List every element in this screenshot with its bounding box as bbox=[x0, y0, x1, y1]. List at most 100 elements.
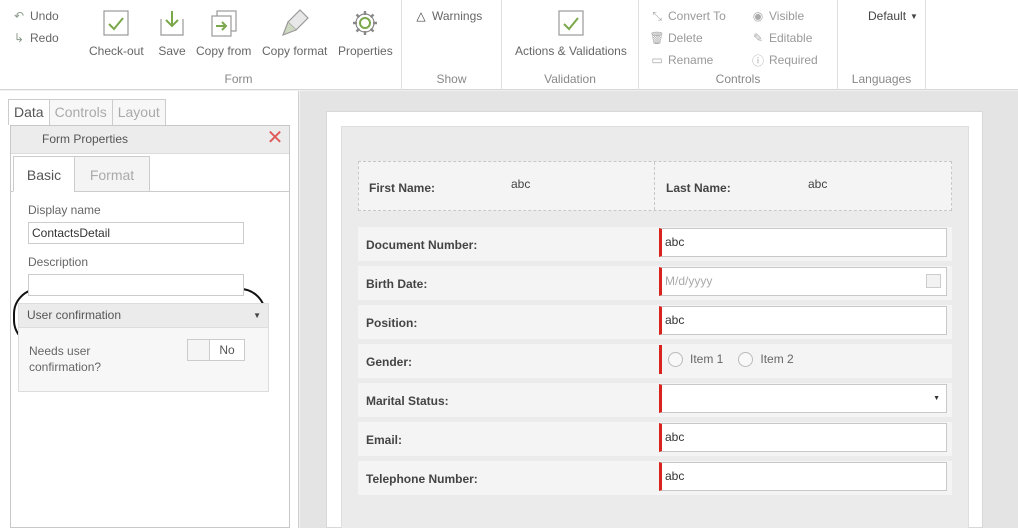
ribbon-group-validation-label: Validation bbox=[544, 72, 596, 86]
document-number-row: Document Number: abc bbox=[358, 227, 952, 261]
birth-date-input[interactable]: M/d/yyyy bbox=[659, 267, 947, 296]
position-row: Position: abc bbox=[358, 305, 952, 339]
form-design-canvas: First Name: abc Last Name: abc Document … bbox=[300, 91, 1018, 528]
language-selected: Default bbox=[868, 9, 907, 23]
delete-button[interactable]: 🗑 Delete bbox=[649, 31, 703, 45]
description-input[interactable] bbox=[28, 274, 244, 296]
user-confirmation-header[interactable]: User confirmation ▼ bbox=[19, 304, 268, 328]
visible-label: Visible bbox=[769, 9, 805, 23]
form-page: First Name: abc Last Name: abc Document … bbox=[326, 111, 983, 528]
gender-row: Gender: Item 1 Item 2 bbox=[358, 344, 952, 378]
birth-date-row: Birth Date: M/d/yyyy bbox=[358, 266, 952, 300]
rename-label: Rename bbox=[668, 53, 714, 67]
copy-format-button[interactable]: Copy format bbox=[262, 8, 327, 58]
rename-icon: ▭ bbox=[651, 53, 663, 67]
birth-date-placeholder: M/d/yyyy bbox=[665, 274, 713, 288]
actions-validations-button[interactable]: Actions & Validations bbox=[515, 8, 627, 58]
tab-format[interactable]: Format bbox=[74, 156, 150, 192]
ribbon-toolbar: ↶ Undo ↳ Redo Check-out Save Copy from C… bbox=[0, 0, 1018, 90]
left-panel: Data Controls Layout Form Properties ✕ B… bbox=[0, 91, 299, 528]
radio-circle-icon bbox=[668, 352, 683, 367]
trash-icon: 🗑 bbox=[649, 31, 665, 45]
marital-status-select[interactable]: ▼ bbox=[659, 384, 947, 413]
language-dropdown[interactable]: Default ▼ bbox=[868, 9, 918, 23]
tab-data[interactable]: Data bbox=[8, 99, 50, 125]
tab-layout[interactable]: Layout bbox=[111, 99, 166, 125]
checkbox-check-icon bbox=[556, 8, 586, 38]
caret-down-icon: ▼ bbox=[933, 395, 940, 402]
telephone-row: Telephone Number: abc bbox=[358, 461, 952, 495]
radio-circle-icon bbox=[738, 352, 754, 367]
birth-date-label: Birth Date: bbox=[366, 277, 428, 291]
paintbrush-icon bbox=[280, 8, 310, 38]
rename-button[interactable]: ▭ Rename bbox=[650, 53, 713, 67]
close-icon[interactable]: ✕ bbox=[266, 128, 284, 148]
redo-label: Redo bbox=[30, 31, 59, 45]
gear-icon bbox=[350, 8, 380, 38]
calendar-icon[interactable] bbox=[926, 274, 941, 288]
telephone-label: Telephone Number: bbox=[366, 472, 478, 486]
form-properties-header: Form Properties ✕ bbox=[11, 126, 289, 154]
caret-down-icon: ▼ bbox=[910, 11, 918, 21]
display-name-input[interactable]: ContactsDetail bbox=[28, 222, 244, 244]
save-label: Save bbox=[158, 44, 186, 58]
ribbon-group-languages-label: Languages bbox=[851, 72, 912, 86]
last-name-cell[interactable]: Last Name: abc bbox=[656, 162, 951, 210]
document-number-label: Document Number: bbox=[366, 238, 478, 252]
email-input[interactable]: abc bbox=[659, 423, 947, 452]
eye-icon: ◉ bbox=[752, 9, 764, 23]
left-panel-tabs: Data Controls Layout bbox=[8, 99, 166, 125]
first-name-cell[interactable]: First Name: abc bbox=[359, 162, 655, 210]
last-name-value: abc bbox=[808, 177, 828, 191]
undo-button[interactable]: ↶ Undo bbox=[12, 9, 59, 23]
position-input[interactable]: abc bbox=[659, 306, 947, 335]
required-label: Required bbox=[769, 53, 818, 67]
checkout-label: Check-out bbox=[89, 44, 144, 58]
telephone-input[interactable]: abc bbox=[659, 462, 947, 491]
ribbon-group-languages: Default ▼ Languages bbox=[838, 0, 926, 90]
tab-controls[interactable]: Controls bbox=[48, 99, 113, 125]
ribbon-group-form-label: Form bbox=[224, 72, 253, 86]
user-confirmation-title: User confirmation bbox=[27, 308, 122, 322]
info-icon: ⓘ bbox=[751, 53, 764, 68]
convert-to-button[interactable]: ⤡ Convert To bbox=[650, 8, 726, 24]
gender-option-1-label: Item 1 bbox=[690, 352, 724, 366]
position-label: Position: bbox=[366, 316, 418, 330]
copy-from-button[interactable]: Copy from bbox=[196, 8, 251, 58]
copy-from-label: Copy from bbox=[196, 44, 252, 58]
display-name-label: Display name bbox=[28, 203, 101, 217]
first-name-value: abc bbox=[511, 177, 531, 191]
needs-confirmation-label-2: confirmation? bbox=[29, 360, 102, 374]
caret-down-icon: ▼ bbox=[253, 311, 261, 320]
ribbon-group-show: △ Warnings Show bbox=[402, 0, 502, 90]
tab-basic[interactable]: Basic bbox=[13, 156, 75, 192]
warnings-button[interactable]: △ Warnings bbox=[414, 9, 482, 23]
email-row: Email: abc bbox=[358, 422, 952, 456]
redo-icon: ↳ bbox=[13, 31, 25, 45]
toggle-knob bbox=[188, 340, 210, 360]
undo-icon: ↶ bbox=[13, 9, 25, 23]
editable-label: Editable bbox=[769, 31, 813, 45]
first-name-label: First Name: bbox=[369, 181, 436, 195]
name-row[interactable]: First Name: abc Last Name: abc bbox=[358, 161, 952, 211]
gender-option-1[interactable]: Item 1 bbox=[668, 346, 723, 373]
ribbon-group-validation: Actions & Validations Validation bbox=[502, 0, 639, 90]
ribbon-group-controls: ⤡ Convert To 🗑 Delete ▭ Rename ◉ Visible… bbox=[639, 0, 838, 90]
redo-button[interactable]: ↳ Redo bbox=[12, 31, 59, 45]
email-label: Email: bbox=[366, 433, 403, 447]
convert-to-label: Convert To bbox=[668, 9, 726, 23]
properties-button[interactable]: Properties bbox=[338, 8, 393, 58]
gender-option-2-label: Item 2 bbox=[760, 352, 794, 366]
form-properties-tabs: Basic Format bbox=[13, 156, 150, 192]
gender-option-2[interactable]: Item 2 bbox=[738, 346, 794, 373]
required-button[interactable]: ⓘ Required bbox=[751, 53, 818, 68]
document-number-input[interactable]: abc bbox=[659, 228, 947, 257]
visible-button[interactable]: ◉ Visible bbox=[751, 9, 804, 23]
ribbon-group-show-label: Show bbox=[436, 72, 467, 86]
save-button[interactable]: Save bbox=[157, 8, 187, 58]
wand-icon: ⤡ bbox=[652, 8, 662, 23]
needs-confirmation-toggle[interactable]: No bbox=[187, 339, 245, 361]
delete-label: Delete bbox=[668, 31, 703, 45]
editable-button[interactable]: ✎ Editable bbox=[751, 31, 812, 45]
checkout-button[interactable]: Check-out bbox=[89, 8, 144, 58]
